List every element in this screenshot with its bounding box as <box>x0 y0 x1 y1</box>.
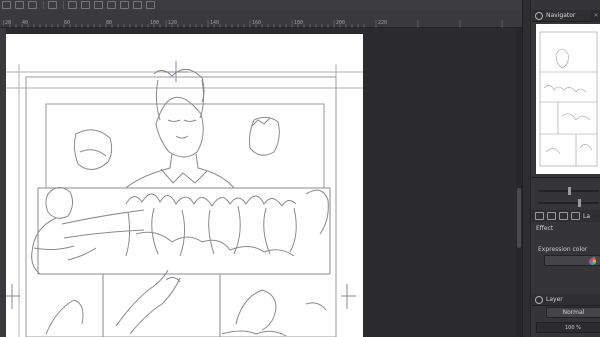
navigator-title: Navigator <box>546 12 576 19</box>
ruler-tick-label: 180 <box>294 20 304 26</box>
comic-page-sketch <box>6 61 363 337</box>
palette-dock: Navigator ✕ La Effect Expression color L… <box>522 0 600 337</box>
manuscript-page[interactable] <box>6 34 363 337</box>
brush-tab-icon[interactable] <box>559 212 568 220</box>
pen-tool-button[interactable] <box>68 1 77 9</box>
tool-button-3[interactable] <box>28 1 37 9</box>
command-toolbar <box>0 0 530 10</box>
select-tool-button[interactable] <box>48 1 57 9</box>
dock-collapse-strip[interactable] <box>523 0 531 337</box>
navigator-page-thumbnail <box>539 31 598 167</box>
layer-opacity: 100 % <box>565 325 581 331</box>
device-icon[interactable] <box>133 1 142 9</box>
sub-tool-tab-icon[interactable] <box>547 212 556 220</box>
blend-mode-select[interactable]: Normal <box>546 307 600 318</box>
navigator-header[interactable]: Navigator <box>532 10 600 22</box>
ruler-tick-label: 40 <box>22 20 29 26</box>
ruler-tick-label: 80 <box>106 20 113 26</box>
zoom-slider-knob[interactable] <box>568 187 571 195</box>
expression-color-label: Expression color <box>538 246 588 253</box>
layer-tool-button[interactable] <box>146 1 155 9</box>
tab-layer-property-label[interactable]: La <box>583 213 590 220</box>
ruler-tick-label: 220 <box>378 20 388 26</box>
ruler-tick-label: |20 <box>2 20 12 26</box>
rotate-slider-knob[interactable] <box>578 199 581 207</box>
property-tabs: La <box>532 210 600 222</box>
fill-tool-button[interactable] <box>120 1 129 9</box>
horizontal-ruler: |20 40 60 80 100 120 140 160 180 200 220… <box>0 10 530 35</box>
pencil-tool-button[interactable] <box>81 1 90 9</box>
layer-palette-title: Layer <box>546 296 563 303</box>
palette-column: Navigator ✕ La Effect Expression color L… <box>532 0 600 337</box>
ruler-tick-label: 140 <box>210 20 220 26</box>
ruler-tick-label: 60 <box>64 20 71 26</box>
ruler-tick-label: 200 <box>336 20 346 26</box>
close-icon[interactable]: ✕ <box>591 10 600 22</box>
effect-label: Effect <box>536 225 554 232</box>
layer-icon <box>535 296 543 304</box>
color-wheel-icon <box>589 258 596 265</box>
tool-button-2[interactable] <box>15 1 24 9</box>
expression-color-select[interactable]: G <box>544 255 600 266</box>
ruler-tick-label: 160 <box>252 20 262 26</box>
canvas-area[interactable] <box>6 28 521 337</box>
ruler-ticks <box>9 20 503 28</box>
ruler-tick-label: 120 <box>168 20 178 26</box>
ruler-tick-label: 100 <box>150 20 160 26</box>
rotate-slider-track <box>538 202 599 204</box>
zoom-slider[interactable] <box>536 186 600 195</box>
toolbar-separator <box>43 1 44 9</box>
navigator-icon <box>535 12 543 20</box>
clip-studio-window: |20 40 60 80 100 120 140 160 180 200 220… <box>0 0 600 337</box>
layer-row[interactable]: 100 % <box>536 322 600 333</box>
tool-button-1[interactable] <box>2 1 11 9</box>
rotate-slider[interactable] <box>536 198 600 207</box>
toolbar-separator <box>63 1 64 9</box>
navigator-preview[interactable] <box>536 24 600 174</box>
scrollbar-thumb[interactable] <box>517 188 521 248</box>
brush-tool-button[interactable] <box>94 1 103 9</box>
layer-palette-header[interactable]: Layer <box>532 294 600 306</box>
tool-property-tab-icon[interactable] <box>535 212 544 220</box>
eraser-tool-button[interactable] <box>107 1 116 9</box>
layer-property-tab-icon[interactable] <box>571 212 580 220</box>
divider <box>532 177 600 178</box>
